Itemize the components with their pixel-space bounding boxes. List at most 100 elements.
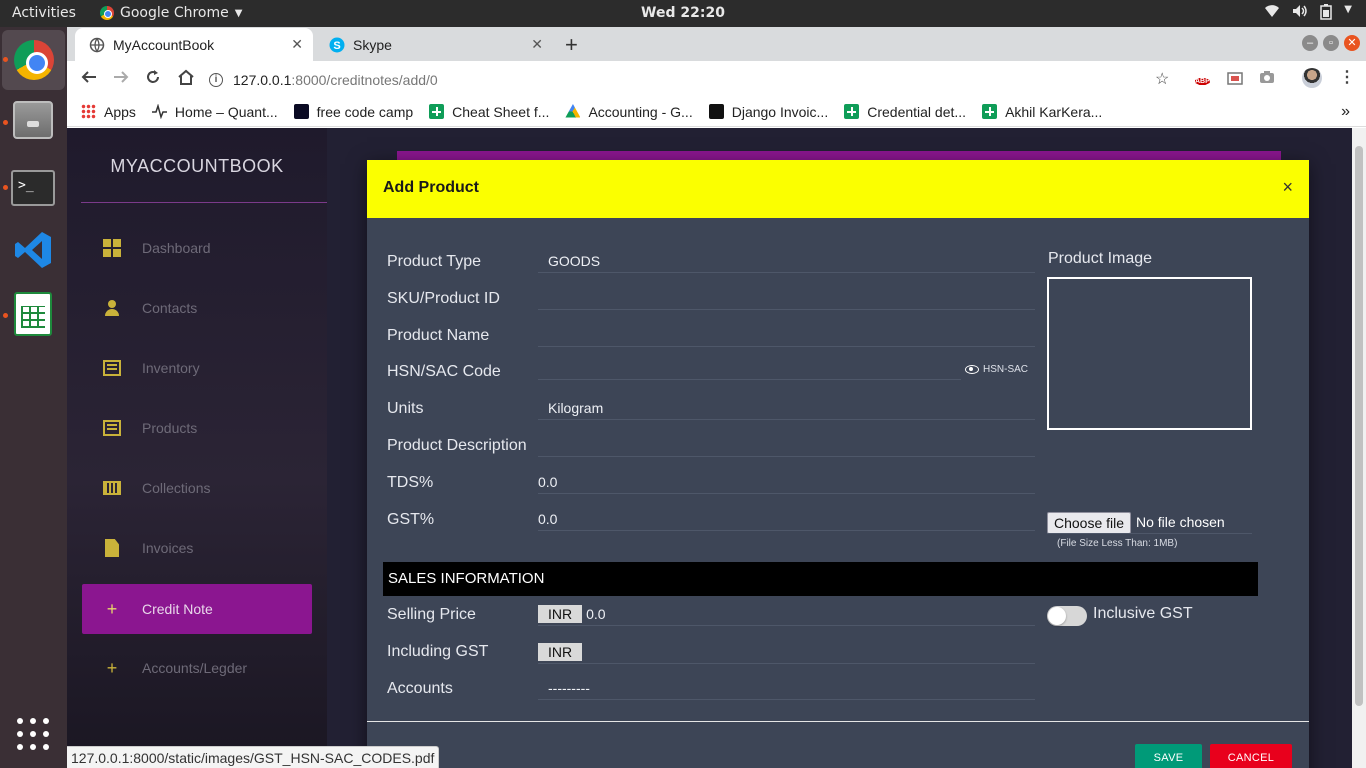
accounts-label: Accounts (387, 680, 453, 697)
wifi-icon[interactable] (1264, 4, 1280, 24)
hsn-sac-link[interactable]: HSN-SAC (965, 364, 1028, 375)
minimize-button[interactable]: – (1302, 35, 1318, 51)
sheets-icon (429, 104, 445, 119)
selling-price-input[interactable]: 0.0 (586, 606, 605, 622)
units-label: Units (387, 400, 424, 417)
sidebar-item-invoices[interactable]: Invoices (82, 523, 312, 573)
show-applications-button[interactable] (10, 711, 56, 757)
dock-terminal[interactable]: >_ (10, 165, 56, 211)
info-icon[interactable]: i (209, 73, 223, 87)
dock-libreoffice-calc[interactable] (10, 291, 56, 337)
dashboard-icon (102, 238, 122, 258)
gst-input[interactable]: 0.0 (538, 507, 1035, 531)
tab-title: MyAccountBook (113, 36, 215, 53)
collections-icon (102, 478, 122, 498)
chevron-right-icon[interactable]: » (1341, 103, 1350, 121)
app-grid-icon (17, 718, 49, 750)
chrome-icon (13, 40, 54, 80)
page-scrollbar[interactable] (1352, 128, 1366, 768)
sku-label: SKU/Product ID (387, 290, 500, 307)
home-icon[interactable] (177, 69, 195, 90)
more-menu-icon[interactable]: ⋮ (1339, 67, 1355, 87)
sheets-icon (982, 104, 998, 119)
running-indicator (3, 120, 8, 125)
bookmark-freecodecamp[interactable]: free code camp (293, 104, 413, 120)
dock-vscode[interactable] (10, 227, 56, 273)
bookmark-quant[interactable]: Home – Quant... (151, 103, 278, 120)
address-bar[interactable]: i 127.0.0.1:8000/creditnotes/add/0 (209, 67, 1209, 93)
including-gst-field[interactable]: INR (538, 640, 1035, 664)
product-type-label: Product Type (387, 253, 481, 270)
drive-icon (565, 104, 581, 118)
tds-label: TDS% (387, 474, 434, 491)
sidebar-item-inventory[interactable]: Inventory (82, 343, 312, 393)
tab-myaccountbook[interactable]: MyAccountBook ✕ (75, 28, 313, 61)
sidebar-item-dashboard[interactable]: Dashboard (82, 223, 312, 273)
inclusive-gst-label: Inclusive GST (1093, 605, 1193, 622)
sidebar-item-products[interactable]: Products (82, 403, 312, 453)
bookmark-apps[interactable]: Apps (81, 104, 136, 120)
sidebar-item-label: Invoices (142, 540, 194, 556)
sidebar-item-collections[interactable]: Collections (82, 463, 312, 513)
dock-chrome[interactable] (2, 30, 65, 90)
divider (367, 721, 1309, 722)
system-tray[interactable]: ▼ (1264, 4, 1352, 24)
hsn-label: HSN/SAC Code (387, 363, 501, 380)
bookmark-akhil[interactable]: Akhil KarKera... (982, 104, 1102, 120)
sidebar-item-label: Inventory (142, 360, 200, 376)
sidebar-item-credit-note[interactable]: + Credit Note (82, 584, 312, 634)
sidebar-item-accounts-ledger[interactable]: + Accounts/Legder (82, 643, 312, 693)
sheets-icon (844, 104, 860, 119)
app-brand[interactable]: MYACCOUNTBOOK (67, 156, 327, 177)
bookmark-cheatsheet[interactable]: Cheat Sheet f... (429, 104, 549, 120)
battery-icon[interactable] (1320, 4, 1333, 24)
save-button[interactable]: SAVE (1135, 744, 1202, 768)
adblock-icon[interactable]: ABP (1195, 70, 1210, 90)
sidebar-item-contacts[interactable]: Contacts (82, 283, 312, 333)
bookmark-django[interactable]: Django Invoic... (708, 104, 828, 120)
scrollbar-thumb[interactable] (1355, 146, 1363, 706)
cancel-button[interactable]: CANCEL (1210, 744, 1292, 768)
product-image-preview (1047, 277, 1252, 430)
close-tab-icon[interactable]: ✕ (531, 36, 543, 53)
units-select[interactable]: Kilogram (538, 396, 1035, 420)
camera-icon[interactable] (1259, 70, 1275, 89)
back-icon[interactable] (81, 69, 97, 90)
sidebar-item-label: Dashboard (142, 240, 211, 256)
tab-skype[interactable]: S Skype ✕ (315, 28, 553, 61)
eye-icon (965, 365, 979, 374)
selling-price-field[interactable]: INR 0.0 (538, 602, 1035, 626)
running-indicator (3, 185, 8, 190)
profile-avatar[interactable] (1302, 68, 1322, 88)
product-name-input[interactable] (538, 323, 1035, 347)
close-tab-icon[interactable]: ✕ (291, 36, 303, 53)
inventory-icon (102, 358, 122, 378)
fcc-icon (293, 104, 309, 119)
accounts-select[interactable]: --------- (538, 676, 1035, 700)
bookmark-credential[interactable]: Credential det... (844, 104, 966, 120)
close-window-button[interactable]: ✕ (1344, 35, 1360, 51)
new-tab-button[interactable]: + (565, 32, 578, 58)
dock-files[interactable] (10, 97, 56, 143)
tab-title: Skype (353, 36, 392, 53)
sku-input[interactable] (538, 286, 1035, 310)
product-type-select[interactable]: GOODS (538, 249, 1035, 273)
sidebar-item-label: Accounts/Legder (142, 660, 248, 676)
bookmark-star-icon[interactable]: ☆ (1155, 69, 1169, 89)
plus-icon: + (106, 657, 118, 678)
tds-input[interactable]: 0.0 (538, 470, 1035, 494)
power-menu-icon[interactable]: ▼ (1344, 4, 1352, 24)
clock[interactable]: Wed 22:20 (0, 5, 1366, 21)
close-icon[interactable]: × (1282, 177, 1293, 198)
hsn-input[interactable] (538, 356, 961, 380)
choose-file-button[interactable]: Choose file (1047, 512, 1132, 534)
bookmark-accounting[interactable]: Accounting - G... (565, 104, 693, 120)
extension-icon[interactable] (1227, 70, 1243, 91)
inclusive-gst-toggle[interactable] (1047, 606, 1087, 626)
reload-icon[interactable] (145, 69, 161, 90)
hsn-sac-link-label: HSN-SAC (983, 364, 1029, 375)
forward-icon[interactable] (113, 69, 129, 90)
description-input[interactable] (538, 433, 1035, 457)
volume-icon[interactable] (1292, 4, 1308, 24)
maximize-button[interactable]: ▫ (1323, 35, 1339, 51)
